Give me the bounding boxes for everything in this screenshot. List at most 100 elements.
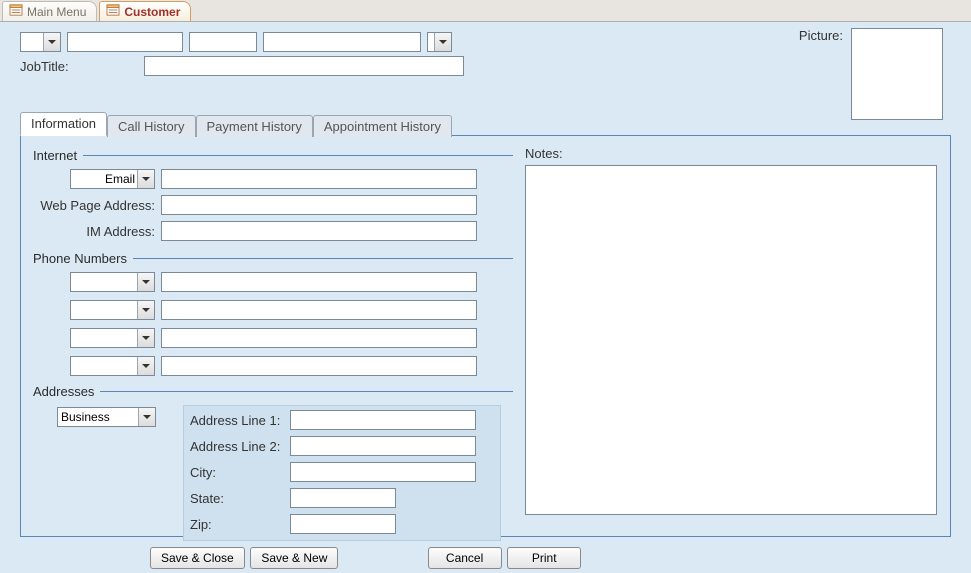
chevron-down-icon[interactable] — [137, 357, 154, 375]
save-new-button[interactable]: Save & New — [250, 547, 338, 569]
tab-body-information: Internet Web Page Address: — [20, 135, 951, 537]
phone-row — [33, 328, 513, 348]
right-column: Notes: — [525, 146, 938, 515]
webpage-label: Web Page Address: — [33, 198, 161, 213]
chevron-down-icon[interactable] — [43, 33, 60, 51]
jobtitle-input[interactable] — [144, 56, 464, 76]
phone-type-combo[interactable] — [70, 328, 155, 348]
nav-tab-main-menu[interactable]: Main Menu — [2, 1, 97, 21]
button-label: Save & New — [261, 551, 327, 565]
address-state-input[interactable] — [290, 488, 396, 508]
print-button[interactable]: Print — [507, 547, 581, 569]
address-zip-row: Zip: — [190, 514, 494, 534]
divider — [133, 258, 513, 259]
tab-label: Appointment History — [324, 119, 441, 134]
customer-form: Picture: JobTitle: Information Call Hist… — [0, 22, 971, 573]
tab-label: Call History — [118, 119, 184, 134]
cancel-button[interactable]: Cancel — [428, 547, 502, 569]
button-label: Cancel — [446, 551, 483, 565]
im-row: IM Address: — [33, 221, 513, 241]
nav-tab-label: Customer — [124, 5, 180, 19]
phone-type-combo[interactable] — [70, 300, 155, 320]
phone-row — [33, 272, 513, 292]
tab-appointment-history[interactable]: Appointment History — [313, 115, 452, 137]
address-line1-row: Address Line 1: — [190, 410, 494, 430]
im-input[interactable] — [161, 221, 477, 241]
tab-rule — [500, 135, 951, 136]
address-city-label: City: — [190, 465, 290, 480]
form-icon — [106, 4, 120, 19]
phone-type-input[interactable] — [71, 301, 137, 319]
address-line2-row: Address Line 2: — [190, 436, 494, 456]
phone-row — [33, 356, 513, 376]
phone-type-cell — [33, 272, 161, 292]
detail-tabs-header: Information Call History Payment History… — [20, 112, 951, 136]
address-city-row: City: — [190, 462, 494, 482]
left-column: Internet Web Page Address: — [33, 146, 513, 541]
address-city-input[interactable] — [290, 462, 476, 482]
divider — [100, 391, 513, 392]
email-input[interactable] — [161, 169, 477, 189]
group-title: Addresses — [33, 384, 94, 399]
suffix-combo[interactable] — [427, 32, 452, 52]
divider — [83, 155, 513, 156]
chevron-down-icon[interactable] — [434, 33, 451, 51]
phone-type-input[interactable] — [71, 273, 137, 291]
im-label: IM Address: — [33, 224, 161, 239]
group-title: Phone Numbers — [33, 251, 127, 266]
bottom-bar: Save & Close Save & New Cancel Print — [20, 541, 951, 569]
email-type-cell — [33, 169, 161, 189]
picture-box[interactable] — [851, 28, 943, 120]
address-line2-input[interactable] — [290, 436, 476, 456]
last-name-input[interactable] — [263, 32, 421, 52]
phone-input[interactable] — [161, 328, 477, 348]
address-type-input[interactable] — [58, 408, 138, 426]
button-label: Print — [532, 551, 557, 565]
chevron-down-icon[interactable] — [138, 408, 155, 426]
phone-row — [33, 300, 513, 320]
tab-information[interactable]: Information — [20, 112, 107, 136]
group-phone: Phone Numbers — [33, 251, 513, 266]
nav-tab-customer[interactable]: Customer — [99, 1, 191, 21]
phone-type-combo[interactable] — [70, 272, 155, 292]
chevron-down-icon[interactable] — [137, 329, 154, 347]
picture-label: Picture: — [799, 28, 843, 43]
group-internet: Internet — [33, 148, 513, 163]
middle-name-input[interactable] — [189, 32, 257, 52]
group-addresses: Addresses — [33, 384, 513, 399]
address-line1-input[interactable] — [290, 410, 476, 430]
phone-input[interactable] — [161, 356, 477, 376]
email-type-combo[interactable] — [70, 169, 155, 189]
notes-label: Notes: — [525, 146, 938, 161]
tab-call-history[interactable]: Call History — [107, 115, 195, 137]
title-combo[interactable] — [20, 32, 61, 52]
save-close-button[interactable]: Save & Close — [150, 547, 245, 569]
address-zip-input[interactable] — [290, 514, 396, 534]
title-input[interactable] — [21, 33, 43, 51]
address-line1-label: Address Line 1: — [190, 413, 290, 428]
jobtitle-label: JobTitle: — [20, 59, 138, 74]
chevron-down-icon[interactable] — [137, 170, 154, 188]
address-line2-label: Address Line 2: — [190, 439, 290, 454]
document-tabs: Main Menu Customer — [0, 0, 971, 22]
tab-payment-history[interactable]: Payment History — [196, 115, 313, 137]
phone-type-cell — [33, 328, 161, 348]
detail-tabs: Information Call History Payment History… — [20, 112, 951, 537]
phone-type-cell — [33, 300, 161, 320]
first-name-input[interactable] — [67, 32, 183, 52]
phone-type-input[interactable] — [71, 329, 137, 347]
address-zip-label: Zip: — [190, 517, 290, 532]
email-type-input[interactable] — [71, 170, 137, 188]
notes-textarea[interactable] — [525, 165, 937, 515]
chevron-down-icon[interactable] — [137, 273, 154, 291]
webpage-input[interactable] — [161, 195, 477, 215]
form-icon — [9, 4, 23, 19]
phone-type-input[interactable] — [71, 357, 137, 375]
phone-input[interactable] — [161, 272, 477, 292]
phone-type-combo[interactable] — [70, 356, 155, 376]
chevron-down-icon[interactable] — [137, 301, 154, 319]
address-type-combo[interactable] — [57, 407, 156, 427]
phone-input[interactable] — [161, 300, 477, 320]
phone-rows — [33, 272, 513, 376]
webpage-row: Web Page Address: — [33, 195, 513, 215]
